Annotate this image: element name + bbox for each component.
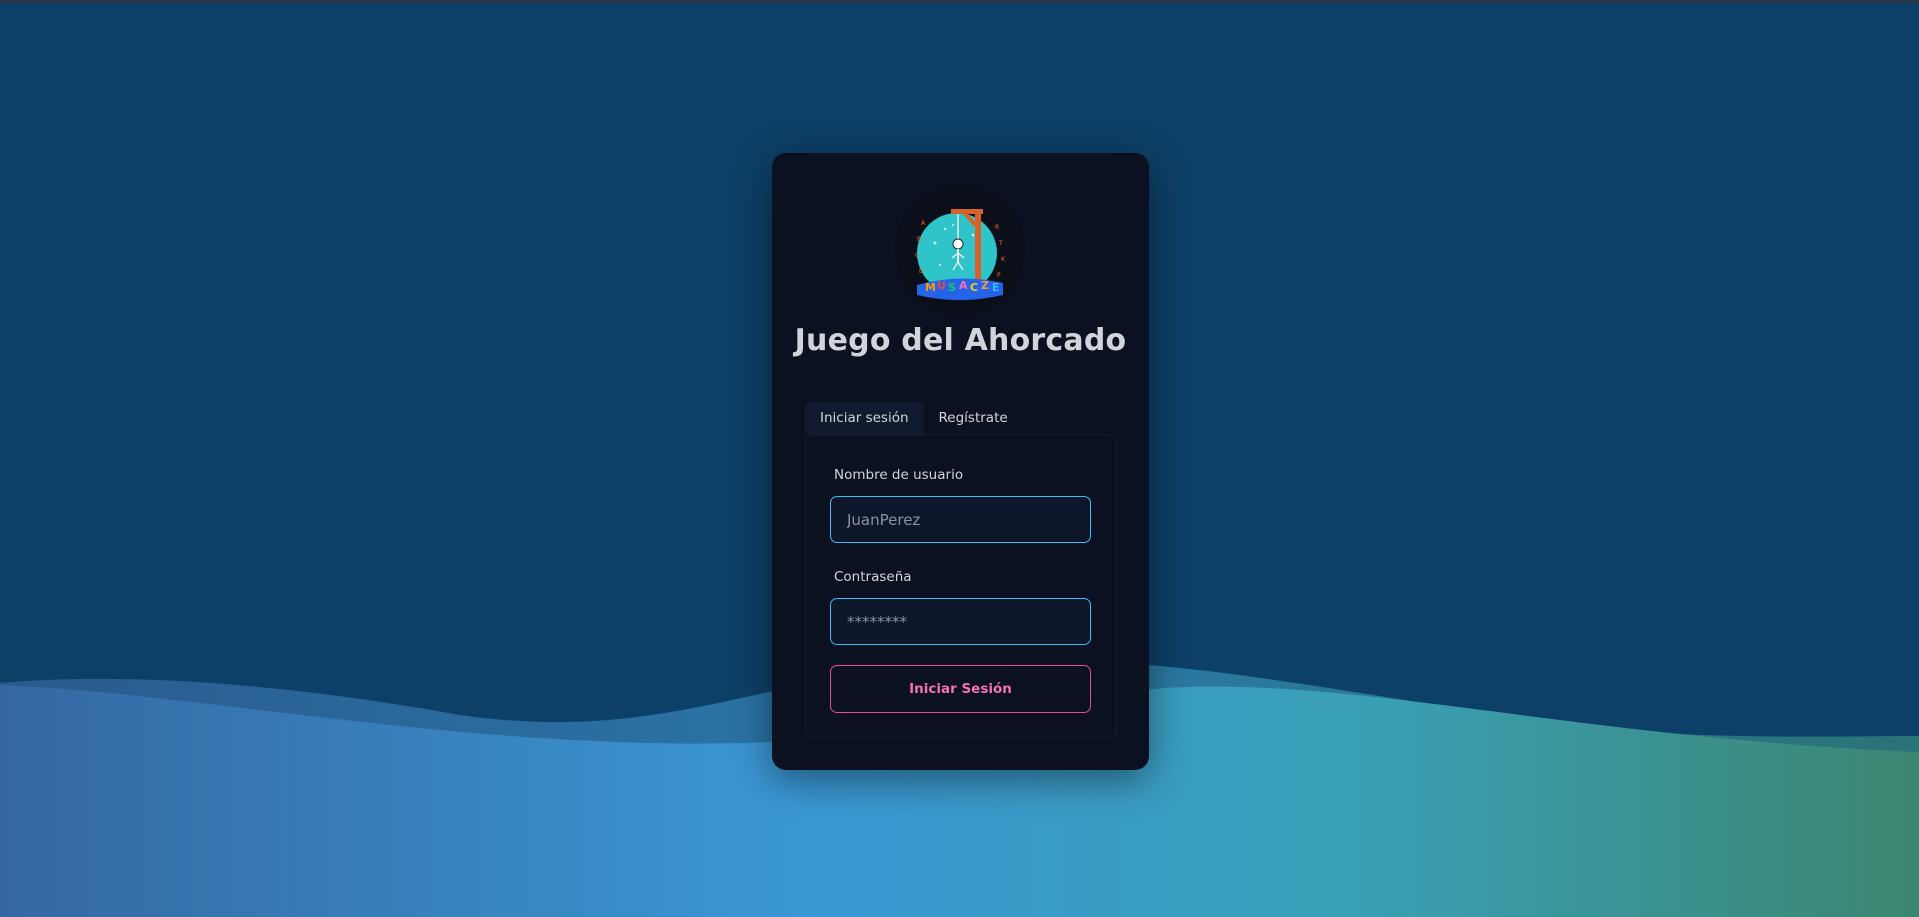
svg-text:R: R — [995, 224, 999, 231]
svg-text:C: C — [970, 281, 978, 294]
auth-tabs: Iniciar sesión Regístrate — [805, 402, 1023, 434]
svg-text:S: S — [948, 281, 956, 294]
svg-text:Z: Z — [981, 279, 989, 292]
svg-text:P: P — [997, 272, 1001, 279]
login-panel: Nombre de usuario Contraseña Iniciar Ses… — [805, 434, 1117, 738]
password-input[interactable] — [830, 598, 1091, 645]
page-title: Juego del Ahorcado — [794, 323, 1127, 358]
tab-register[interactable]: Regístrate — [924, 402, 1023, 434]
password-label: Contraseña — [834, 569, 912, 585]
hangman-logo-icon: M U S A C Z E AB CD RT KP — [895, 185, 1025, 315]
svg-text:B: B — [917, 236, 921, 243]
svg-text:T: T — [998, 240, 1003, 247]
svg-text:A: A — [959, 279, 968, 292]
svg-text:C: C — [915, 252, 919, 259]
login-card: M U S A C Z E AB CD RT KP Juego del Ahor… — [772, 153, 1149, 770]
svg-text:M: M — [925, 281, 936, 294]
login-submit-button[interactable]: Iniciar Sesión — [830, 665, 1091, 713]
svg-text:U: U — [937, 279, 946, 292]
svg-text:D: D — [919, 268, 924, 275]
tab-login[interactable]: Iniciar sesión — [805, 402, 924, 434]
username-input[interactable] — [830, 496, 1091, 543]
username-label: Nombre de usuario — [834, 467, 964, 483]
svg-text:E: E — [992, 281, 1000, 294]
